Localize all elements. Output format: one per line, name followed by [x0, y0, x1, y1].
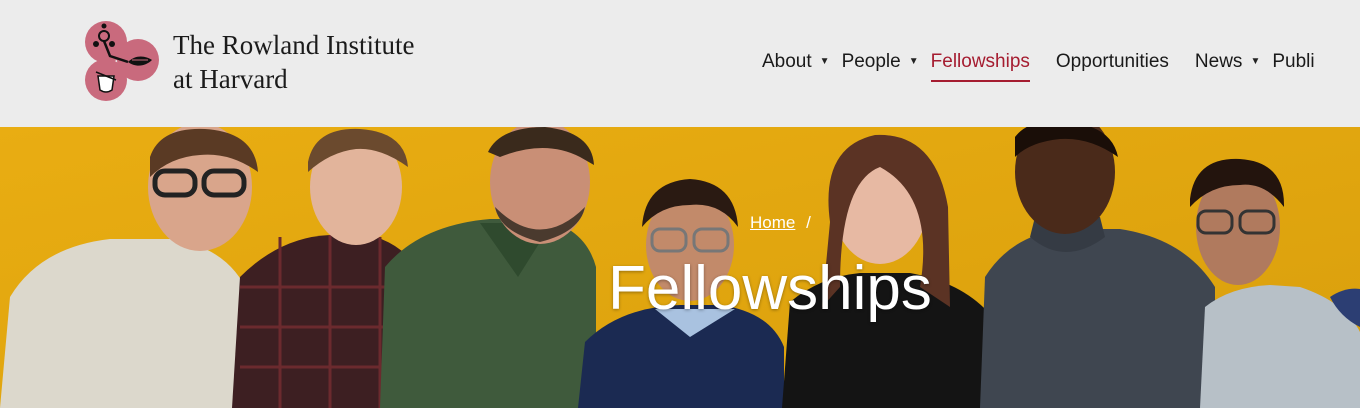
main-nav: About ▼ People ▼ Fellowships Opportuniti… [762, 49, 1341, 83]
nav-item-label: Publi [1272, 51, 1315, 72]
site-header: The Rowland Institute at Harvard About ▼… [0, 0, 1360, 126]
chevron-down-icon[interactable]: ▼ [1250, 49, 1260, 75]
nav-item-news[interactable]: News ▼ [1195, 49, 1260, 75]
logo-line-2: at Harvard [173, 64, 288, 94]
nav-item-publications[interactable]: Publi [1272, 49, 1314, 75]
logo-line-1: The Rowland Institute [173, 30, 415, 60]
breadcrumb-home-link[interactable]: Home [750, 213, 795, 232]
logo-home-link[interactable]: The Rowland Institute at Harvard [84, 20, 464, 102]
nav-item-fellowships[interactable]: Fellowships [930, 49, 1031, 82]
nav-item-about[interactable]: About ▼ [762, 49, 830, 75]
logo-wordmark: The Rowland Institute at Harvard [173, 28, 414, 96]
page-title: Fellowships [608, 254, 932, 323]
nav-item-people[interactable]: People ▼ [842, 49, 919, 75]
institute-logo-mark [85, 21, 159, 101]
nav-item-label: People [841, 51, 901, 72]
breadcrumb: Home / [750, 213, 811, 233]
nav-item-label: About [762, 51, 812, 72]
nav-item-label: News [1194, 51, 1243, 72]
chevron-down-icon[interactable]: ▼ [820, 49, 830, 75]
nav-item-label: Opportunities [1055, 51, 1169, 72]
chevron-down-icon[interactable]: ▼ [909, 49, 919, 75]
breadcrumb-separator: / [806, 213, 811, 232]
hero-banner: Home / Fellowships [0, 127, 1360, 408]
nav-item-label: Fellowships [930, 51, 1030, 72]
nav-item-opportunities[interactable]: Opportunities [1056, 49, 1169, 75]
